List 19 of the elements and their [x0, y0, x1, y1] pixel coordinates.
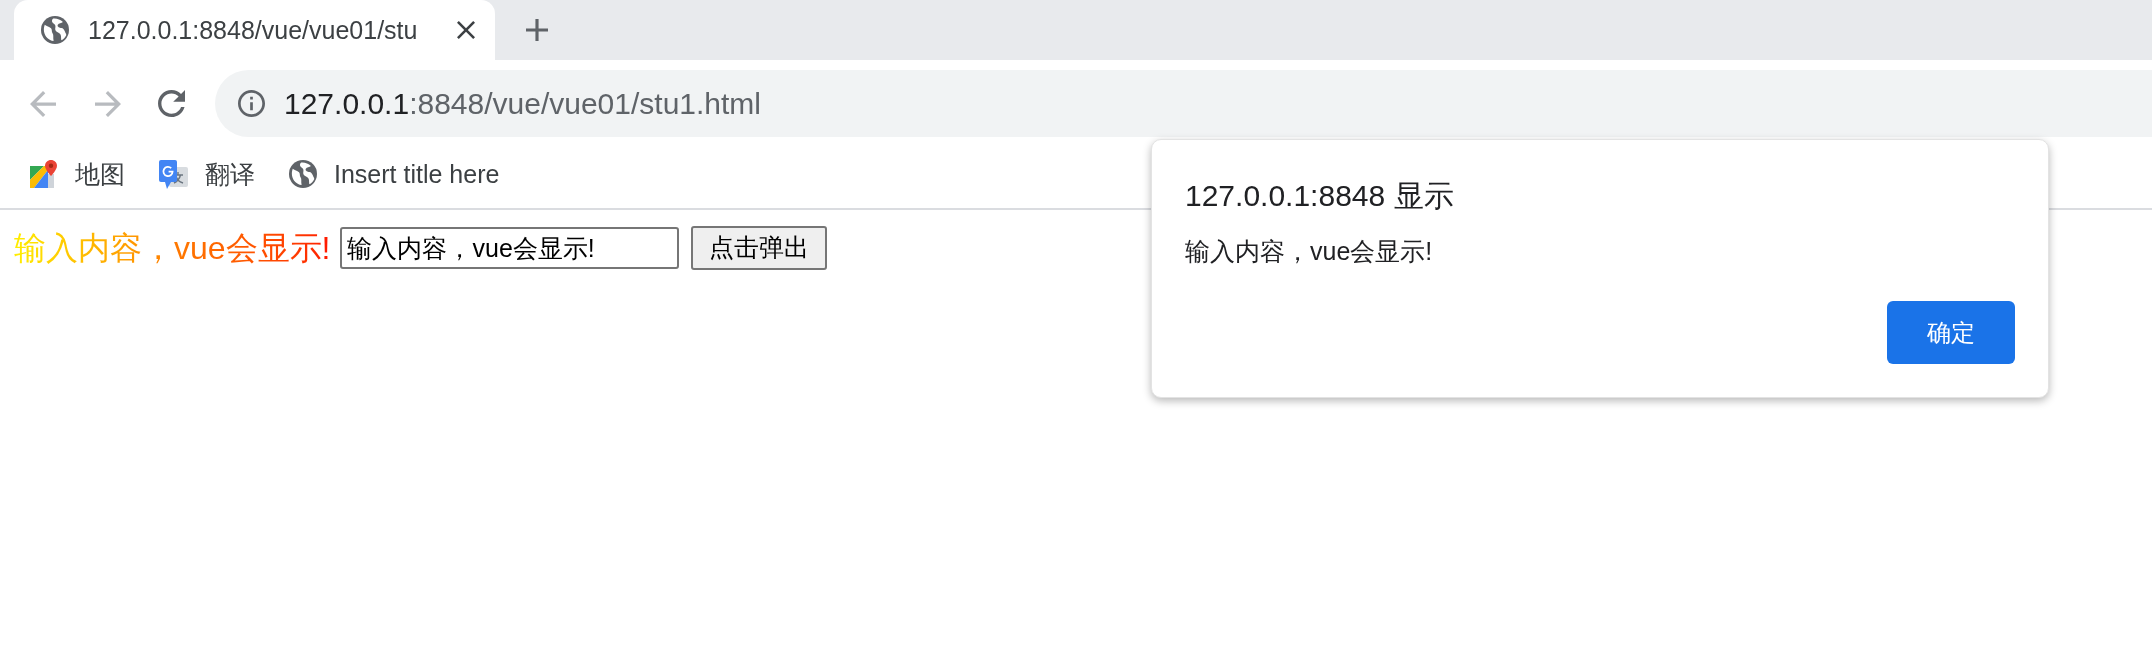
map-pin-icon	[30, 160, 58, 188]
bookmark-item[interactable]: Insert title here	[289, 159, 500, 189]
browser-tab[interactable]: 127.0.0.1:8848/vue/vue01/stu	[14, 0, 495, 60]
info-icon[interactable]	[238, 90, 265, 117]
bookmark-item[interactable]: 翻译	[159, 159, 255, 189]
reload-icon[interactable]	[158, 90, 185, 117]
translate-icon	[159, 159, 188, 189]
url-text: 127.0.0.1:8848/vue/vue01/stu1.html	[284, 85, 762, 122]
dialog-message: 输入内容，vue会显示!	[1185, 236, 1433, 267]
new-tab-icon[interactable]	[526, 19, 548, 41]
ok-button[interactable]: 确定	[1887, 301, 2015, 364]
address-bar[interactable]: 127.0.0.1:8848/vue/vue01/stu1.html	[215, 70, 2152, 137]
dialog-title: 127.0.0.1:8848 显示	[1185, 178, 1454, 214]
popup-button[interactable]: 点击弹出	[691, 226, 828, 270]
close-icon[interactable]	[457, 21, 475, 39]
globe-icon	[289, 160, 317, 188]
globe-icon	[41, 16, 69, 44]
text-input[interactable]: 输入内容，vue会显示!	[340, 227, 680, 269]
bookmark-item[interactable]: 地图	[30, 159, 125, 189]
